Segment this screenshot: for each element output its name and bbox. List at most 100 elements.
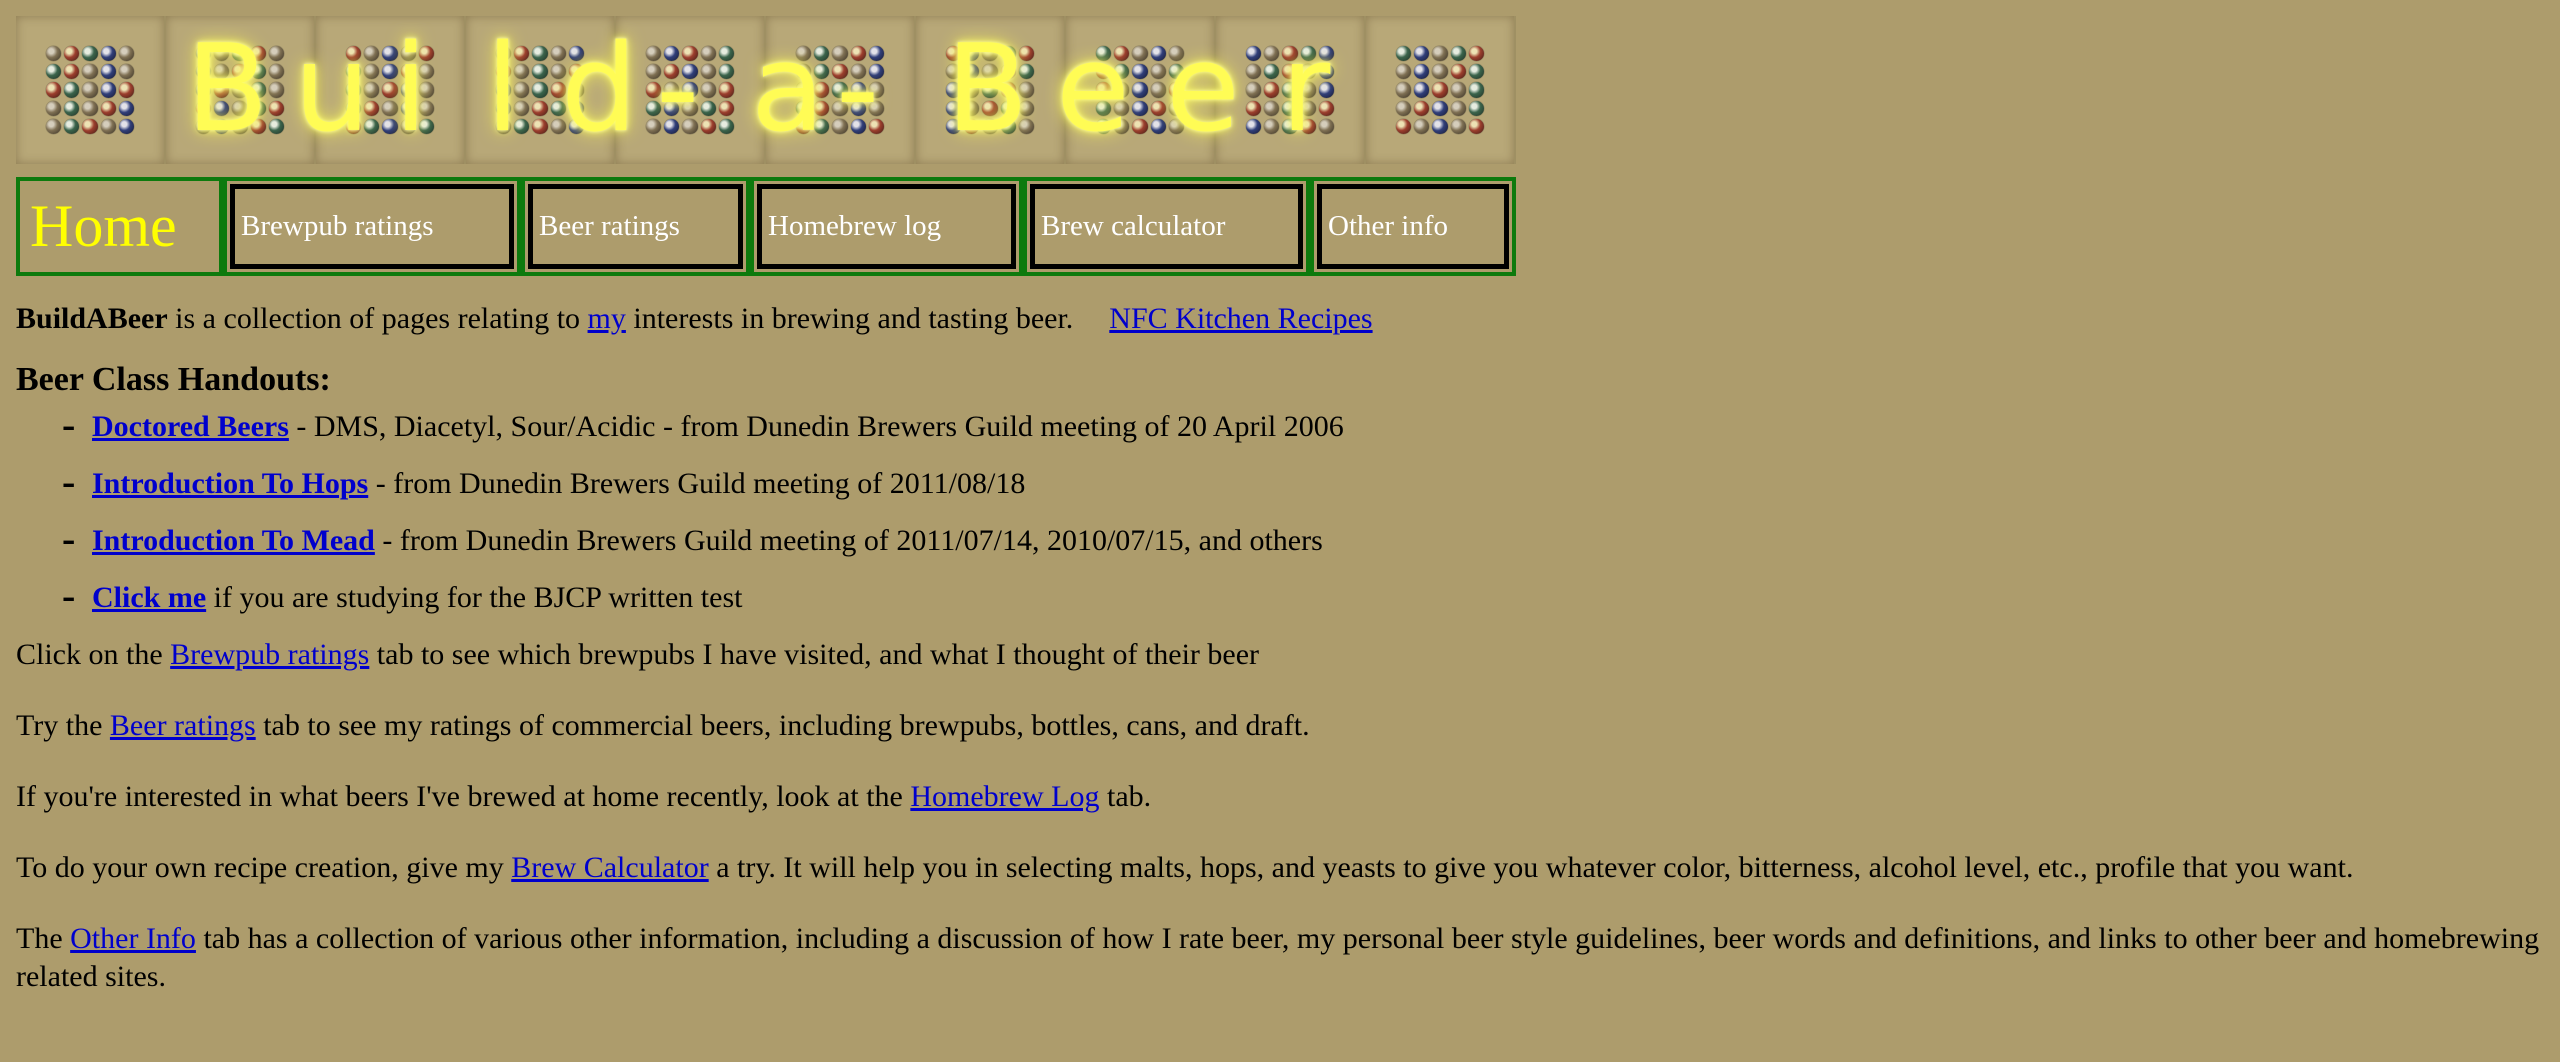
banner-letter: l xyxy=(486,20,520,159)
bottle-cap xyxy=(1396,64,1412,80)
bottle-caps-image xyxy=(46,46,134,134)
intro-paragraph: BuildABeer is a collection of pages rela… xyxy=(16,300,2546,338)
bottle-cap xyxy=(1132,118,1148,134)
bottle-cap xyxy=(82,82,98,98)
homebrew-log-link[interactable]: Homebrew Log xyxy=(910,780,1099,813)
bottle-cap xyxy=(1450,46,1466,62)
click-me-link[interactable]: Click me xyxy=(92,581,206,614)
nfc-kitchen-recipes-link[interactable]: NFC Kitchen Recipes xyxy=(1109,302,1372,335)
bottle-cap xyxy=(118,82,134,98)
bottle-cap xyxy=(1432,100,1448,116)
beer-ratings-link[interactable]: Beer ratings xyxy=(110,709,256,742)
bottle-cap xyxy=(700,64,716,80)
bottle-cap xyxy=(268,46,284,62)
banner-tile xyxy=(16,16,166,164)
list-item-text: if you are studying for the BJCP written… xyxy=(206,581,743,614)
list-item-text: - DMS, Diacetyl, Sour/Acidic - from Dune… xyxy=(288,410,1344,443)
bottle-cap xyxy=(64,100,80,116)
bottle-cap xyxy=(1132,46,1148,62)
bottle-cap xyxy=(718,64,734,80)
bottle-cap xyxy=(46,46,62,62)
brew-calculator-paragraph: To do your own recipe creation, give my … xyxy=(16,849,2546,887)
introduction-to-hops-link[interactable]: Introduction To Hops xyxy=(92,467,368,500)
tab-brewpub-ratings[interactable]: Brewpub ratings xyxy=(223,177,521,276)
bottle-cap xyxy=(1432,46,1448,62)
banner-letter: B xyxy=(186,20,269,159)
tab-other-info[interactable]: Other info xyxy=(1310,177,1516,276)
brewpub-ratings-link[interactable]: Brewpub ratings xyxy=(170,638,369,671)
bottle-cap xyxy=(532,118,548,134)
bottle-cap xyxy=(1432,64,1448,80)
banner-letter: d xyxy=(561,20,638,159)
bottle-cap xyxy=(1450,82,1466,98)
paragraph-text: Try the xyxy=(16,709,110,742)
site-banner-logo: Build-a-Beer xyxy=(16,16,1516,164)
bottle-cap xyxy=(100,100,116,116)
bottle-cap xyxy=(118,118,134,134)
banner-letter: e xyxy=(1056,20,1130,159)
other-info-link[interactable]: Other Info xyxy=(70,922,196,955)
bottle-cap xyxy=(718,82,734,98)
list-item: - Introduction To Mead - from Dunedin Bre… xyxy=(62,516,2546,561)
main-content: BuildABeer is a collection of pages rela… xyxy=(16,300,2546,996)
banner-letter: e xyxy=(1166,20,1240,159)
paragraph-text: The xyxy=(16,922,71,955)
bottle-cap xyxy=(268,64,284,80)
bottle-cap xyxy=(1246,82,1262,98)
bottle-cap xyxy=(1264,46,1280,62)
bottle-cap xyxy=(718,46,734,62)
doctored-beers-link[interactable]: Doctored Beers xyxy=(92,410,289,443)
bottle-cap xyxy=(1396,82,1412,98)
list-item: - Doctored Beers - DMS, Diacetyl, Sour/Ac… xyxy=(62,402,2546,447)
my-link[interactable]: my xyxy=(588,302,626,335)
bottle-cap xyxy=(268,100,284,116)
handouts-heading: Beer Class Handouts: xyxy=(16,361,331,398)
bottle-cap xyxy=(46,82,62,98)
handouts-list: - Doctored Beers - DMS, Diacetyl, Sour/Ac… xyxy=(16,402,2546,617)
bottle-cap xyxy=(1432,118,1448,134)
banner-letter: B xyxy=(946,20,1029,159)
bottle-cap xyxy=(700,46,716,62)
bottle-cap xyxy=(46,118,62,134)
banner-letter: u xyxy=(294,20,371,159)
bottle-cap xyxy=(1468,64,1484,80)
tab-home[interactable]: Home xyxy=(16,177,223,276)
banner-letter: a xyxy=(751,20,825,159)
bottle-cap xyxy=(1246,46,1262,62)
bullet-dash: - xyxy=(62,402,76,447)
bottle-cap xyxy=(1246,100,1262,116)
bullet-dash: - xyxy=(62,516,76,561)
paragraph-text: If you're interested in what beers I've … xyxy=(16,780,911,813)
bottle-cap xyxy=(100,64,116,80)
brew-calculator-link[interactable]: Brew Calculator xyxy=(511,851,708,884)
list-item: - Click me if you are studying for the BJ… xyxy=(62,576,2546,617)
bottle-cap xyxy=(46,64,62,80)
bullet-dash: - xyxy=(62,459,76,504)
bottle-cap xyxy=(1132,100,1148,116)
paragraph-text: tab to see which brewpubs I have visited… xyxy=(369,638,1260,671)
bottle-cap xyxy=(1432,82,1448,98)
tab-beer-ratings[interactable]: Beer ratings xyxy=(521,177,750,276)
bottle-cap xyxy=(1414,82,1430,98)
other-info-paragraph: The Other Info tab has a collection of v… xyxy=(16,920,2546,996)
bottle-cap xyxy=(46,100,62,116)
bottle-cap xyxy=(1450,64,1466,80)
bottle-cap xyxy=(1414,100,1430,116)
bottle-cap xyxy=(1264,64,1280,80)
paragraph-text: To do your own recipe creation, give my xyxy=(16,851,512,884)
tab-homebrew-log[interactable]: Homebrew log xyxy=(750,177,1023,276)
bottle-cap xyxy=(1414,64,1430,80)
bottle-cap xyxy=(82,118,98,134)
bottle-cap xyxy=(718,118,734,134)
bottle-cap xyxy=(118,100,134,116)
bottle-cap xyxy=(1264,100,1280,116)
bottle-cap xyxy=(1468,118,1484,134)
bottle-cap xyxy=(1468,100,1484,116)
bottle-cap xyxy=(1414,46,1430,62)
paragraph-text: a try. It will help you in selecting mal… xyxy=(708,851,2354,884)
tab-brew-calculator[interactable]: Brew calculator xyxy=(1023,177,1310,276)
banner-tile xyxy=(1366,16,1516,164)
introduction-to-mead-link[interactable]: Introduction To Mead xyxy=(92,524,375,557)
bottle-cap xyxy=(532,64,548,80)
bottle-cap xyxy=(1264,118,1280,134)
